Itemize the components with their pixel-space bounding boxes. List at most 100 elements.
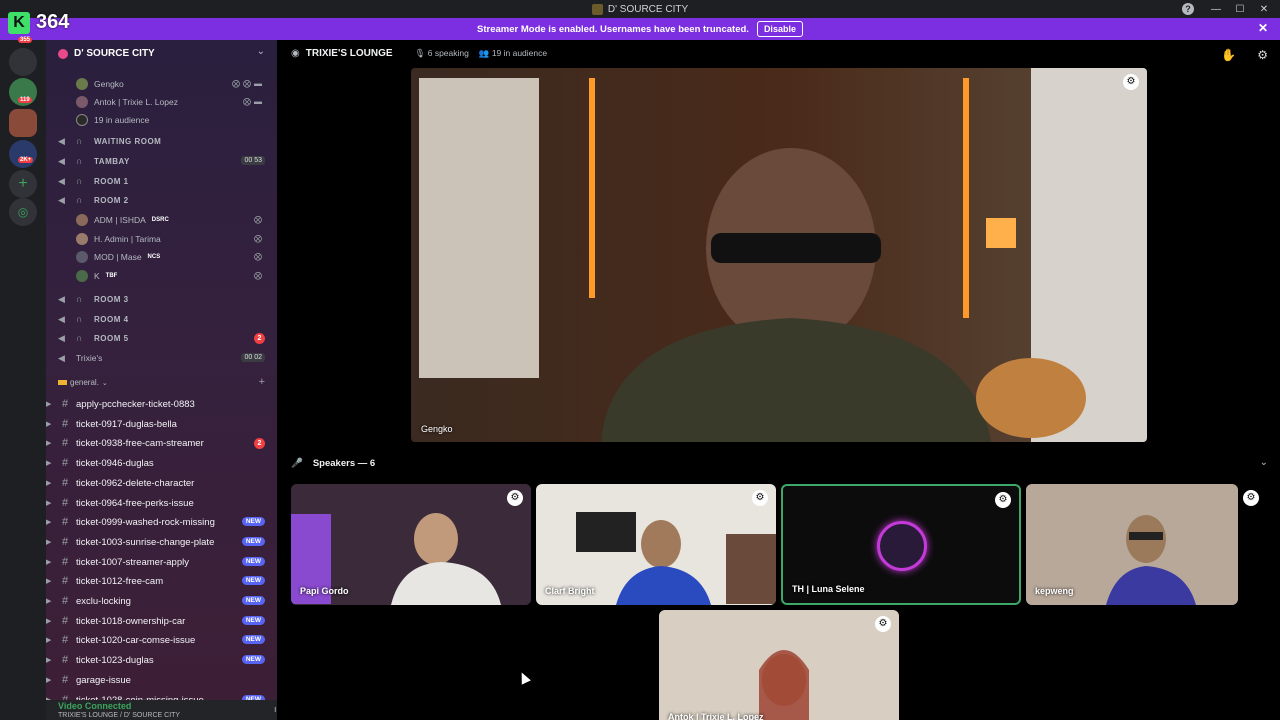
audience-count: 👥 19 in audience — [478, 48, 548, 58]
text-channel[interactable]: ▶ # ticket-1012-free-cam — [46, 572, 163, 590]
text-channel[interactable]: ▶ # ticket-0962-delete-character — [46, 474, 194, 492]
new-badge: NEW — [241, 517, 265, 526]
user-count: 00 53 — [241, 156, 265, 165]
member-status-icons: ⨂⨂▬ — [232, 79, 265, 88]
explore-icon[interactable]: ◎ — [9, 198, 37, 226]
add-channel-icon[interactable]: + — [259, 376, 265, 388]
hash-icon: # — [61, 477, 69, 489]
server-icon-2[interactable] — [9, 140, 37, 168]
text-channel[interactable]: ▶ # ticket-0946-duglas — [46, 454, 154, 472]
voice-member[interactable]: MOD | Mase NCS — [76, 248, 160, 266]
new-badge: NEW — [241, 596, 265, 605]
minimize-button[interactable]: — — [1204, 4, 1228, 15]
stage-settings-icon[interactable]: ⚙ — [1257, 48, 1268, 62]
close-window-button[interactable]: ✕ — [1252, 4, 1276, 15]
speaker-tile-active[interactable]: TH | Luna Selene ⚙ — [781, 484, 1021, 605]
main-video-feed[interactable]: Gengko ⚙ — [411, 68, 1147, 442]
speaker-avatar — [877, 521, 927, 571]
speaker-icon: ◀ — [58, 353, 65, 363]
raise-hand-icon[interactable]: ✋ — [1221, 48, 1236, 62]
server-header[interactable]: D' SOURCE CITY — [58, 48, 155, 59]
hash-icon: # — [61, 497, 69, 509]
voice-channel[interactable]: ◀ ∩ WAITING ROOM — [58, 132, 161, 150]
caret-icon: ▶ — [46, 539, 52, 546]
voice-member[interactable]: ADM | ISHDA DSRC — [76, 211, 169, 229]
voice-channel[interactable]: ◀ ∩ ROOM 1 — [58, 172, 129, 190]
channel-name: ticket-0999-washed-rock-missing — [76, 516, 215, 528]
mute-icon: ⨂ — [254, 215, 265, 224]
counter-logo: K — [8, 11, 30, 34]
add-server-icon[interactable]: + — [9, 170, 37, 198]
voice-member[interactable]: H. Admin | Tarima — [76, 230, 161, 248]
tile-settings-icon[interactable]: ⚙ — [507, 490, 523, 506]
speaker-tile[interactable]: Clarf Bright ⚙ — [536, 484, 776, 605]
voice-member[interactable]: Antok | Trixie L. Lopez — [76, 93, 178, 111]
text-channel[interactable]: ▶ # ticket-0917-duglas-bella — [46, 415, 177, 433]
rail-badge: 119 — [18, 97, 32, 103]
tile-settings-icon[interactable]: ⚙ — [875, 616, 891, 632]
speaker-icon: ◀ — [58, 314, 65, 324]
voice-channel[interactable]: ◀ ∩ ROOM 2 — [58, 191, 129, 209]
voice-channel[interactable]: ◀ Trixie's — [58, 349, 102, 367]
speaker-tile[interactable]: Papi Gordo ⚙ — [291, 484, 531, 605]
feed-name-label: Gengko — [421, 424, 453, 434]
speaker-name: kepweng — [1035, 586, 1074, 596]
rail-badge: 2K+ — [18, 157, 34, 163]
maximize-button[interactable]: ☐ — [1228, 4, 1252, 15]
voice-status-text: Video Connected — [58, 701, 132, 711]
speakers-header: 🎤 Speakers — 6 — [291, 458, 376, 469]
tile-settings-icon[interactable]: ⚙ — [995, 492, 1011, 508]
new-badge: NEW — [241, 537, 265, 546]
hash-icon: # — [61, 457, 69, 469]
voice-channel[interactable]: ◀ ∩ ROOM 3 — [58, 290, 129, 308]
caret-icon: ▶ — [46, 657, 52, 664]
speaker-tile[interactable]: Antok | Trixie L. Lopez ⚙ — [659, 610, 899, 720]
speaker-icon: ◀ — [58, 176, 65, 186]
stage-audience[interactable]: 19 in audience — [76, 111, 149, 129]
voice-channel[interactable]: ◀ ∩ TAMBAY — [58, 152, 130, 170]
chevron-down-icon[interactable]: ⌄ — [257, 46, 265, 57]
feed-settings-icon[interactable]: ⚙ — [1123, 74, 1139, 90]
text-channel[interactable]: ▶ # ticket-0964-free-perks-issue — [46, 494, 194, 512]
help-icon[interactable]: ? — [1182, 3, 1194, 15]
banner-close-icon[interactable]: ✕ — [1258, 21, 1268, 35]
speaking-count: 🎙 6 speaking — [414, 48, 469, 58]
disable-streamer-mode-button[interactable]: Disable — [756, 21, 803, 37]
text-channel[interactable]: ▶ # garage-issue — [46, 671, 131, 689]
text-channel[interactable]: ▶ # ticket-0938-free-cam-streamer — [46, 434, 204, 452]
speaker-tile[interactable]: kepweng — [1026, 484, 1238, 605]
stage-area: ◉ TRIXIE'S LOUNGE 🎙 6 speaking 👥 19 in a… — [277, 40, 1280, 720]
text-channel[interactable]: ▶ # apply-pcchecker-ticket-0883 — [46, 395, 195, 413]
new-badge: NEW — [241, 557, 265, 566]
voice-channel[interactable]: ◀ ∩ ROOM 4 — [58, 310, 129, 328]
window-title: D' SOURCE CITY — [607, 3, 689, 15]
avatar — [76, 233, 88, 245]
headphones-icon: ∩ — [76, 136, 83, 146]
voice-member[interactable]: K TBF — [76, 267, 117, 285]
voice-member[interactable]: Gengko — [76, 75, 124, 93]
hash-icon: # — [61, 634, 69, 646]
text-channel[interactable]: ▶ # ticket-1020-car-comse-issue — [46, 631, 195, 649]
tile-settings-icon[interactable]: ⚙ — [752, 490, 768, 506]
direct-messages-icon[interactable] — [9, 48, 37, 76]
text-channel[interactable]: ▶ # ticket-1007-streamer-apply — [46, 553, 189, 571]
text-channel[interactable]: ▶ # exclu-locking — [46, 592, 131, 610]
channel-name: ticket-1003-sunrise-change-plate — [76, 536, 215, 548]
text-channel[interactable]: ▶ # ticket-1003-sunrise-change-plate — [46, 533, 214, 551]
speaker-name: TH | Luna Selene — [792, 584, 865, 594]
dog — [976, 358, 1086, 438]
caret-icon: ▶ — [46, 401, 52, 408]
caret-icon: ▶ — [46, 598, 52, 605]
text-channel[interactable]: ▶ # ticket-1023-duglas — [46, 651, 154, 669]
tile-settings-icon[interactable]: ⚙ — [1243, 490, 1259, 506]
collapse-speakers-icon[interactable]: ⌄ — [1260, 457, 1268, 468]
server-icon-active[interactable] — [9, 109, 37, 137]
voice-channel[interactable]: ◀ ∩ ROOM 5 — [58, 329, 129, 347]
headphones-icon: ∩ — [76, 314, 83, 324]
category-header[interactable]: general. ⌄ — [58, 378, 108, 387]
caret-icon: ▶ — [46, 578, 52, 585]
caret-icon: ▶ — [46, 559, 52, 566]
text-channel[interactable]: ▶ # ticket-1018-ownership-car — [46, 612, 185, 630]
text-channel[interactable]: ▶ # ticket-0999-washed-rock-missing — [46, 513, 215, 531]
voice-status-bar: Video Connected TRIXIE'S LOUNGE / D' SOU… — [46, 700, 277, 720]
